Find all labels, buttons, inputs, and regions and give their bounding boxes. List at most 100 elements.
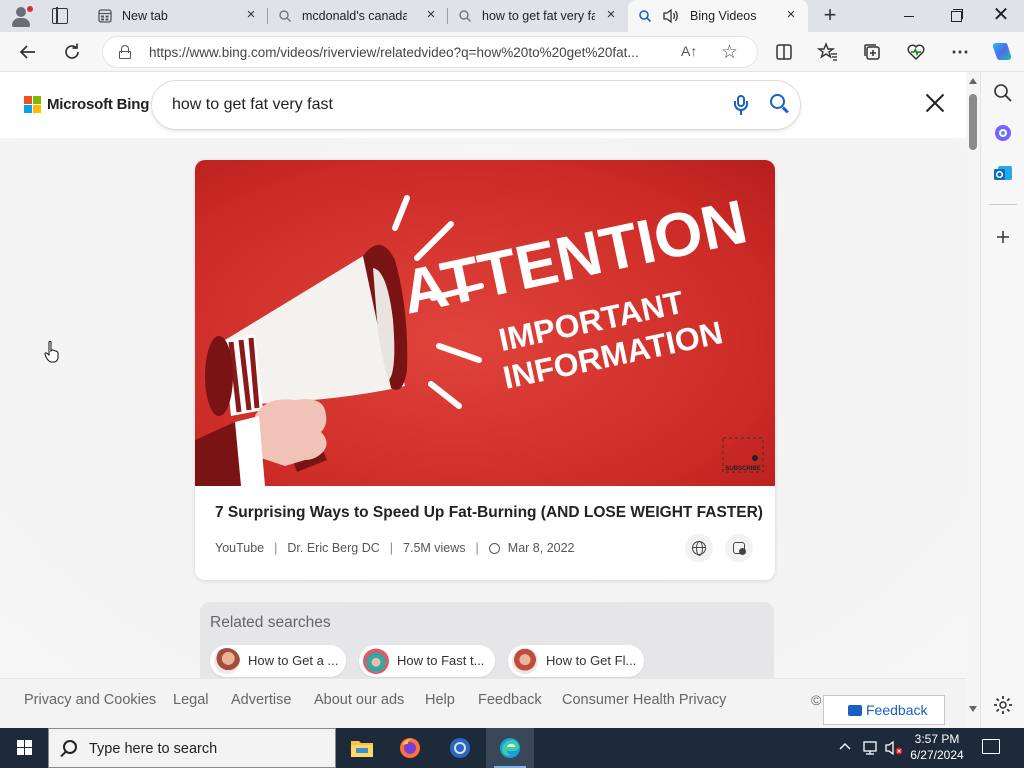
copilot-icon[interactable] [990,40,1014,64]
related-thumbnail [214,648,240,674]
close-tab-icon[interactable]: × [424,7,438,22]
outlook-icon[interactable] [992,162,1014,184]
megaphone-illustration: ATTENTION IMPORTANT INFORMATION SUBSCRIB… [195,187,764,486]
edge-button[interactable] [486,728,534,768]
file-explorer-button[interactable] [338,728,386,768]
video-source[interactable]: YouTube [215,541,264,555]
feedback-button[interactable]: Feedback [823,695,945,725]
video-channel[interactable]: Dr. Eric Berg DC [287,541,379,555]
more-options-icon[interactable]: ⋯ [948,40,972,64]
tab-mcdonalds[interactable]: mcdonald's canada m × [268,0,448,32]
related-searches-title: Related searches [210,614,331,631]
close-tab-icon[interactable]: × [604,7,618,22]
read-aloud-icon[interactable]: A↑ [681,43,697,59]
tab-new-tab[interactable]: New tab × [88,0,268,32]
video-thumbnail[interactable]: ATTENTION IMPORTANT INFORMATION SUBSCRIB… [195,160,775,486]
network-icon[interactable] [862,740,880,768]
feedback-label: Feedback [866,702,928,718]
close-tab-icon[interactable]: × [244,7,258,22]
search-icon [279,10,291,22]
url-text[interactable]: https://www.bing.com/videos/riverview/re… [149,45,669,60]
search-box[interactable]: how to get fat very fast [152,81,800,129]
sidebar-search-icon[interactable] [992,82,1014,104]
speaker-icon[interactable] [662,8,680,24]
search-icon[interactable] [770,94,790,114]
taskbar-search-placeholder: Type here to search [89,741,218,757]
close-icon[interactable] [922,90,948,116]
tray-overflow-icon[interactable] [838,740,852,768]
browser-toolbar: https://www.bing.com/videos/riverview/re… [0,32,1024,72]
related-thumbnail [363,648,389,674]
video-views: 7.5M views [403,541,466,555]
tab-bing-videos[interactable]: Bing Videos × [628,0,808,32]
related-chip-label: How to Get a ... [248,653,339,668]
notification-icon[interactable] [982,739,1000,754]
share-button[interactable] [725,534,753,562]
sidebar-copilot-icon[interactable] [992,122,1014,144]
collections-icon[interactable] [860,40,884,64]
edge-icon [500,738,520,758]
video-title[interactable]: 7 Surprising Ways to Speed Up Fat-Burnin… [215,504,763,522]
close-window-button[interactable]: ✕ [978,0,1024,32]
scroll-thumb[interactable] [969,94,977,150]
newtab-icon [98,9,112,23]
browser-essentials-icon[interactable] [904,40,928,64]
refresh-icon[interactable] [60,40,84,64]
split-screen-icon[interactable] [772,40,796,64]
taskbar-date: 6/27/2024 [910,748,964,762]
microsoft-logo-icon [24,96,42,114]
scroll-down-icon[interactable] [969,706,977,712]
add-sidebar-app-icon[interactable] [992,226,1014,248]
footer-link-help[interactable]: Help [425,692,455,708]
taskbar-search-box[interactable]: Type here to search [48,728,336,768]
chrome-button[interactable] [436,728,484,768]
search-input[interactable]: how to get fat very fast [172,96,333,114]
related-chip[interactable]: How to Get Fl... [508,645,644,677]
minimize-button[interactable] [886,0,932,32]
vertical-scrollbar[interactable] [966,72,980,728]
bing-brand-text: Microsoft Bing [47,96,150,113]
start-button[interactable] [0,728,48,768]
tab-how-to-get-fat[interactable]: how to get fat very fa × [448,0,628,32]
bing-header: Microsoft Bing how to get fat very fast [0,72,966,138]
footer-link-legal[interactable]: Legal [173,692,208,708]
video-card[interactable]: ATTENTION IMPORTANT INFORMATION SUBSCRIB… [195,160,775,580]
lock-icon[interactable] [119,45,131,59]
profile-icon[interactable] [8,4,34,28]
microphone-icon[interactable] [734,95,748,115]
scroll-up-icon[interactable] [969,78,977,84]
address-bar[interactable]: https://www.bing.com/videos/riverview/re… [102,36,758,68]
back-icon[interactable] [16,40,40,64]
related-chip-label: How to Fast t... [397,653,485,668]
screen: New tab × mcdonald's canada m × how to g… [0,0,1024,768]
firefox-icon [400,738,420,758]
related-chip[interactable]: How to Get a ... [210,645,346,677]
open-source-button[interactable] [685,534,713,562]
footer-link-feedback[interactable]: Feedback [478,692,542,708]
edge-sidebar [980,72,1024,728]
taskbar-clock[interactable]: 3:57 PM 6/27/2024 [904,731,970,763]
related-chip[interactable]: How to Fast t... [359,645,495,677]
feedback-icon [848,705,862,716]
footer-link-consumer-health[interactable]: Consumer Health Privacy [562,692,726,708]
tab-label: Bing Videos [690,9,757,23]
footer-link-privacy[interactable]: Privacy and Cookies [24,692,156,708]
taskbar-time: 3:57 PM [914,732,960,746]
bing-footer: Privacy and Cookies Legal Advertise Abou… [0,678,966,728]
copyright: © [811,692,822,708]
footer-link-advertise[interactable]: Advertise [231,692,291,708]
new-tab-button[interactable]: + [820,4,840,26]
restore-button[interactable] [932,0,978,32]
sidebar-settings-icon[interactable] [992,694,1014,716]
favorites-icon[interactable] [816,40,840,64]
favorite-star-icon[interactable]: ☆ [721,41,738,64]
related-searches: Related searches How to Get a ... How to… [200,602,774,678]
tab-actions-icon[interactable] [52,7,68,24]
firefox-button[interactable] [386,728,434,768]
footer-link-about-ads[interactable]: About our ads [314,692,404,708]
volume-muted-icon[interactable] [884,740,904,768]
video-meta: YouTube | Dr. Eric Berg DC | 7.5M views … [215,541,575,555]
related-chip-label: How to Get Fl... [546,653,637,668]
tab-label: New tab [122,9,168,23]
close-tab-icon[interactable]: × [784,7,798,22]
